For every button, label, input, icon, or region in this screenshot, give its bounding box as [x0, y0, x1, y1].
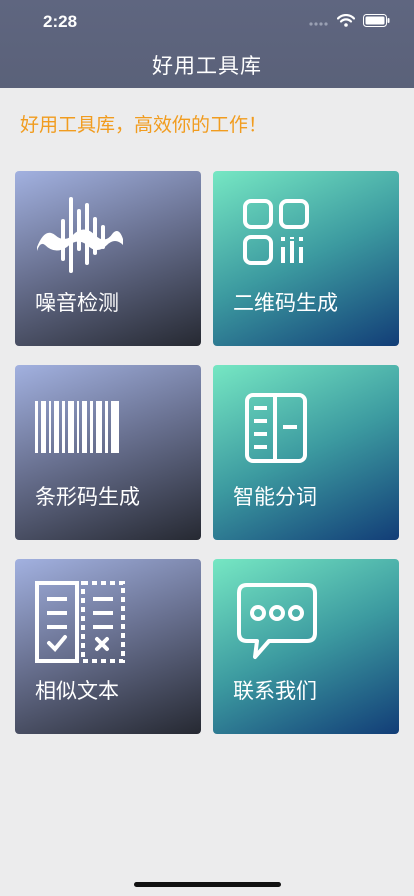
card-label: 智能分词	[233, 485, 317, 509]
card-label: 噪音检测	[35, 291, 119, 315]
card-qr-code[interactable]: 二维码生成	[213, 171, 399, 346]
card-noise-detection[interactable]: 噪音检测	[15, 171, 201, 346]
card-label: 相似文本	[35, 679, 119, 703]
status-icons	[309, 14, 390, 27]
tagline: 好用工具库，高效你的工作！	[20, 114, 268, 136]
chat-bubble-icon	[237, 583, 317, 659]
card-label: 联系我们	[233, 679, 317, 703]
battery-icon	[363, 14, 390, 27]
sound-wave-icon	[37, 197, 123, 273]
card-label: 条形码生成	[35, 485, 140, 509]
cellular-signal-icon	[309, 21, 328, 26]
qr-code-icon	[243, 199, 309, 265]
card-label: 二维码生成	[233, 291, 338, 315]
wifi-icon	[337, 14, 355, 27]
card-contact-us[interactable]: 联系我们	[213, 559, 399, 734]
card-similar-text[interactable]: 相似文本	[15, 559, 201, 734]
text-compare-icon	[35, 581, 125, 663]
card-word-segmentation[interactable]: 智能分词	[213, 365, 399, 540]
word-segment-icon	[245, 393, 307, 463]
home-indicator[interactable]	[134, 882, 281, 887]
barcode-icon	[35, 401, 119, 453]
app-header: 2:28 好用工具库	[0, 0, 414, 88]
status-time: 2:28	[43, 12, 78, 31]
page-title: 好用工具库	[152, 54, 262, 78]
card-barcode[interactable]: 条形码生成	[15, 365, 201, 540]
